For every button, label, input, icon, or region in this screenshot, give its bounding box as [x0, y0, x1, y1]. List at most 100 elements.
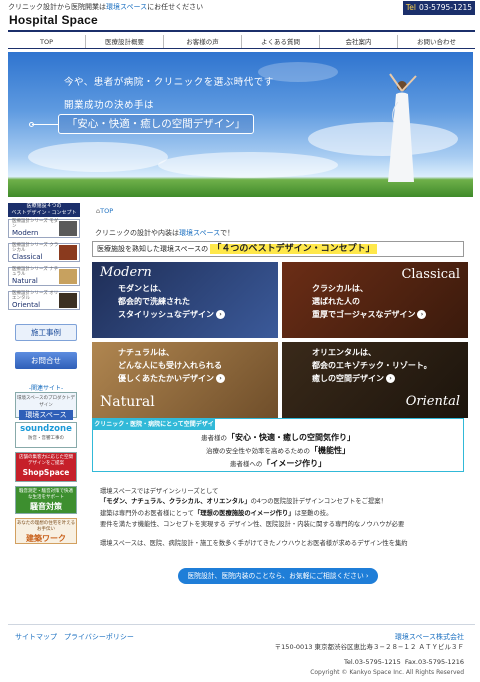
banner-label: 環境スペース — [19, 410, 73, 420]
body-post: は至難の技。 — [294, 510, 333, 517]
related-kankyo-banner[interactable]: 環境スペースのプロダクトデザイン 環境スペース — [15, 392, 77, 420]
tile-modern[interactable]: Modern モダンとは、 都会的で洗練された スタイリッシュなデザイン › — [92, 262, 278, 338]
page: クリニック設計から医院開業は環境スペースにお任せください Hospital Sp… — [0, 0, 480, 682]
related-architecture-banner[interactable]: あなたの理想の住宅を叶えるお手伝い 建築ワーク — [15, 518, 77, 544]
series-name: Modern — [12, 229, 39, 237]
space-design-header: クリニック・医院・病院にとって空間デザインは — [93, 419, 215, 439]
chevron-right-icon: › — [216, 310, 225, 319]
nav-item-contact[interactable]: お問い合わせ — [397, 35, 475, 48]
tile-line: 選ばれた人の — [312, 297, 360, 306]
series-name: Oriental — [12, 301, 41, 309]
body-text-1: 環境スペースではデザインシリーズとして — [100, 488, 219, 495]
natural-thumbnail — [59, 269, 77, 284]
tile-name: Classical — [401, 267, 460, 282]
nav-item-faq[interactable]: よくある質問 — [241, 35, 319, 48]
classical-thumbnail — [59, 245, 77, 260]
tagline-text: クリニック設計から医院開業は — [8, 3, 106, 11]
body-text-2: 「モダン、ナチュラル、クラシカル、オリエンタル」の4つの医院設計デザインコンセプ… — [100, 496, 387, 505]
body-post: の4つの医院設計デザインコンセプトをご提案！ — [250, 498, 387, 505]
footer-address: 〒150-0013 東京都渋谷区恵比寿３−２８−１２ ＡＴＹビル３Ｆ — [274, 643, 464, 651]
series-sub: 医療設計シリーズ オリエンタル — [12, 291, 59, 301]
footer-link-sitemap[interactable]: サイトマップ — [15, 633, 57, 641]
row-emphasis: 「機能性」 — [310, 446, 350, 455]
footer-phone: Tel.03-5795-1215 Fax.03-5795-1216 — [344, 658, 464, 666]
tile-line: モダンとは、 — [118, 284, 166, 293]
concept-heading-highlight: 「４つのベストデザイン・コンセプト」 — [210, 244, 377, 254]
tile-classical[interactable]: Classical クラシカルは、 選ばれた人の 重厚でゴージャスなデザイン › — [282, 262, 468, 338]
intro-post: で！ — [220, 229, 235, 237]
cloud-shape — [158, 152, 338, 178]
series-sub: 医療設計シリーズ クラシカル — [12, 243, 59, 253]
tel-number: 03-5795-1215 — [418, 3, 473, 12]
intro-highlight: 環境スペース — [179, 229, 221, 237]
tile-oriental[interactable]: オリエンタルは、 都会のエキゾチック・リゾート。 癒しの空間デザイン › Orie… — [282, 342, 468, 418]
hero-banner: 今や、患者が病院・クリニックを選ぶ時代です 開業成功の決め手は 「安心・快適・癒… — [8, 52, 473, 197]
space-design-row-1: 患者様の「安心・快適・癒しの空間気作り」 — [93, 432, 463, 443]
intro-pre: クリニックの設計や内装は — [95, 229, 179, 237]
chevron-right-icon: › — [365, 572, 369, 580]
row-pre: 患者様の — [201, 434, 227, 442]
row-emphasis: 「イメージ作り」 — [262, 459, 327, 468]
hero-headline: 今や、患者が病院・クリニックを選ぶ時代です — [64, 77, 274, 88]
banner-label: 騒音対策 — [30, 502, 62, 511]
tile-name: Oriental — [405, 394, 460, 409]
tagline-highlight[interactable]: 環境スペース — [106, 3, 147, 11]
cases-button[interactable]: 施工事例 — [15, 324, 77, 341]
cloud-shape — [28, 142, 168, 172]
series-sub: 医療設計シリーズ モダン — [12, 219, 59, 229]
concept-heading-bar: 医療施設を熟知した環境スペースの 「４つのベストデザイン・コンセプト」 — [92, 241, 464, 257]
cta-label: 医院設計、医院内装のことなら、お気軽にご相談ください — [187, 572, 364, 580]
modern-thumbnail — [59, 221, 77, 236]
nav-item-company[interactable]: 会社案内 — [319, 35, 397, 48]
series-name: Classical — [12, 253, 43, 261]
banner-sub: あなたの理想の住宅を叶えるお手伝い — [16, 521, 76, 532]
sidebar-item-natural[interactable]: 医療設計シリーズ ナチュラル Natural — [8, 267, 80, 286]
banner-label: 建築ワーク — [26, 534, 66, 543]
chevron-right-icon: › — [386, 374, 395, 383]
series-sub: 医療設計シリーズ ナチュラル — [12, 267, 59, 277]
contact-button[interactable]: お問合せ — [15, 352, 77, 369]
hero-subheadline: 開業成功の決め手は — [64, 100, 155, 111]
breadcrumb: ⌂TOP — [96, 207, 113, 215]
consult-cta-button[interactable]: 医院設計、医院内装のことなら、お気軽にご相談ください › — [178, 568, 378, 584]
banner-label: soundzone — [20, 424, 72, 434]
series-name: Natural — [12, 277, 38, 285]
space-design-box: クリニック・医院・病院にとって空間デザインは 患者様の「安心・快適・癒しの空間気… — [92, 418, 464, 472]
footer-fax: Fax.03-5795-1216 — [404, 658, 464, 666]
related-noise-banner[interactable]: 騒音測定・騒音対策で快適な生活をサポート 騒音対策 — [15, 486, 77, 514]
tile-line: どんな人にも受け入れられる — [118, 361, 222, 370]
site-logo[interactable]: Hospital Space — [9, 13, 98, 27]
nav-item-voices[interactable]: お客様の声 — [163, 35, 241, 48]
tile-line: 都会的で洗練された — [118, 297, 190, 306]
banner-sub: 店舗の集客力に応じた空間デザインをご提案 — [19, 455, 73, 466]
row-pre: 患者様への — [229, 460, 263, 468]
breadcrumb-top-link[interactable]: TOP — [100, 207, 113, 215]
related-soundzone-banner[interactable]: soundzone 防音・音響工事の — [15, 422, 77, 448]
tel-badge: Tel 03-5795-1215 — [403, 1, 475, 15]
body-text-3: 建築は専門外のお医者様にとって「理想の医療施設のイメージ作り」は至難の技。 — [100, 508, 332, 517]
sidebar-concept-title: 医療施設４つの ベストデザイン・コンセプト — [8, 203, 80, 217]
row-emphasis: 「安心・快適・癒しの空間気作り」 — [227, 433, 355, 442]
sidebar-item-classical[interactable]: 医療設計シリーズ クラシカル Classical — [8, 243, 80, 262]
tile-text: ナチュラルは、 どんな人にも受け入れられる 優しくあたたかいデザイン › — [118, 346, 225, 385]
concept-heading-pre: 医療施設を熟知した環境スペースの — [97, 245, 209, 253]
tile-name: Natural — [100, 394, 155, 410]
sidebar-item-oriental[interactable]: 医療設計シリーズ オリエンタル Oriental — [8, 291, 80, 310]
chevron-right-icon: › — [417, 310, 427, 319]
sidebar-item-modern[interactable]: 医療設計シリーズ モダン Modern — [8, 219, 80, 238]
related-shopspace-banner[interactable]: 店舗の集客力に応じた空間デザインをご提案 ShopSpace — [15, 452, 77, 482]
tile-line: 重厚でゴージャスなデザイン — [312, 310, 416, 319]
space-design-row-2: 治療の安全性や効率を高めるための「機能性」 — [93, 445, 463, 456]
hero-rule — [32, 124, 58, 125]
tile-line: 優しくあたたかいデザイン — [118, 374, 214, 383]
tile-natural[interactable]: ナチュラルは、 どんな人にも受け入れられる 優しくあたたかいデザイン › Natu… — [92, 342, 278, 418]
nav-item-overview[interactable]: 医療設計概要 — [85, 35, 163, 48]
global-nav: TOP 医療設計概要 お客様の声 よくある質問 会社案内 お問い合わせ — [8, 35, 475, 49]
footer-link-privacy[interactable]: プライバシーポリシー — [64, 633, 134, 641]
space-design-row-3: 患者様への「イメージ作り」 — [93, 458, 463, 469]
nav-item-top[interactable]: TOP — [8, 35, 85, 48]
row-pre: 治療の安全性や効率を高めるための — [206, 447, 310, 455]
tile-line: クラシカルは、 — [312, 284, 368, 293]
related-sites-heading: -関連サイト- — [28, 385, 64, 392]
tile-line: オリエンタルは、 — [312, 348, 376, 357]
